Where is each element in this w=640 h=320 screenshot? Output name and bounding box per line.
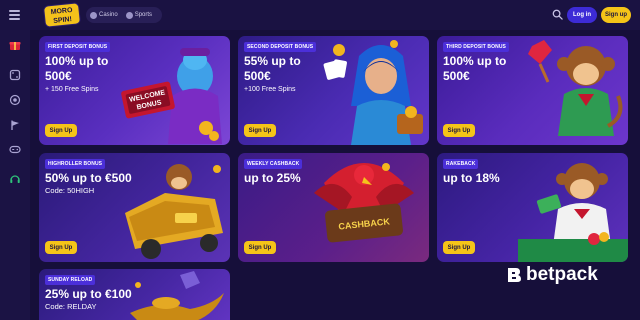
promo-headline: 25% up to €100: [45, 287, 165, 302]
welcome-bonus-sign: WELCOME BONUS: [121, 81, 175, 119]
promo-headline-line2: 500€: [45, 69, 72, 83]
sports-icon: [125, 11, 133, 19]
promo-headline-line1: up to 25%: [244, 171, 301, 185]
parrot-cashback-illustration: CASHBACK: [314, 163, 414, 243]
sign-up-button[interactable]: Sign Up: [244, 241, 276, 254]
promo-headline: 100% up to 500€: [45, 54, 155, 84]
sign-up-button[interactable]: Sign Up: [443, 124, 475, 137]
nav-switch: Casino Sports: [86, 7, 162, 23]
promo-headline: 100% up to 500€: [443, 54, 553, 84]
promo-headline: 50% up to €500: [45, 171, 165, 186]
nav-casino-label: Casino: [99, 12, 118, 18]
promo-badge: Rakeback: [443, 159, 479, 169]
promo-headline-line1: 50% up to €500: [45, 171, 132, 185]
promo-card-highroller[interactable]: Highroller bonus 50% up to €500 Code: 50…: [39, 153, 230, 262]
nav-sports[interactable]: Sports: [122, 11, 156, 19]
search-icon[interactable]: [552, 9, 563, 20]
promo-card-weekly-cashback[interactable]: CASHBACK Weekly cashback up to 25% Sign …: [238, 153, 429, 262]
signup-button[interactable]: Sign up: [601, 7, 631, 23]
promo-badge: Second deposit bonus: [244, 42, 317, 52]
promo-card-sunday-reload[interactable]: Sunday reload 25% up to €100 Code: RELDA…: [39, 269, 230, 320]
dice-icon[interactable]: [9, 69, 21, 81]
gamepad-icon[interactable]: [9, 143, 21, 155]
promo-badge: First deposit bonus: [45, 42, 111, 52]
promo-headline-line1: 55% up to: [244, 54, 301, 68]
monkey-with-gem-illustration: [528, 40, 623, 136]
sports-flag-icon[interactable]: [9, 119, 21, 131]
promo-card-second-deposit[interactable]: Second deposit bonus 55% up to 500€ +100…: [238, 36, 429, 145]
promo-headline-line1: 25% up to €100: [45, 287, 132, 301]
promo-headline-line1: 100% up to: [45, 54, 109, 68]
promo-headline-line1: 100% up to: [443, 54, 507, 68]
promo-headline-line1: up to 18%: [443, 171, 500, 185]
top-bar: MORO SPIN! Casino Sports Log in Sign up: [0, 0, 640, 30]
headset-icon[interactable]: [9, 173, 21, 185]
betpack-logo-icon: [508, 268, 521, 282]
sign-up-button[interactable]: Sign Up: [45, 241, 77, 254]
promo-badge: Weekly cashback: [244, 159, 303, 169]
promo-card-rakeback[interactable]: Rakeback up to 18% Sign Up: [437, 153, 628, 262]
promo-badge: Third deposit bonus: [443, 42, 509, 52]
live-icon[interactable]: [9, 94, 21, 106]
promo-headline-line2: 500€: [443, 69, 470, 83]
monkey-dealer-illustration: [518, 163, 628, 262]
promo-headline: 55% up to 500€: [244, 54, 354, 84]
sign-up-button[interactable]: Sign Up: [45, 124, 77, 137]
casino-icon: [90, 11, 97, 19]
promo-card-first-deposit[interactable]: WELCOME BONUS First deposit bonus 100% u…: [39, 36, 230, 145]
nav-casino[interactable]: Casino: [86, 11, 122, 19]
login-button[interactable]: Log in: [567, 7, 597, 23]
promo-headline: up to 18%: [443, 171, 553, 186]
watermark-text: betpack: [526, 264, 598, 285]
nav-sports-label: Sports: [134, 12, 153, 18]
sign-up-button[interactable]: Sign Up: [244, 124, 276, 137]
promo-headline: up to 25%: [244, 171, 354, 186]
promo-subtext: +100 Free Spins: [244, 86, 296, 93]
promo-badge: Sunday reload: [45, 275, 96, 285]
menu-icon[interactable]: [9, 10, 20, 20]
promo-badge: Highroller bonus: [45, 159, 106, 169]
sultana-illustration: [323, 40, 423, 145]
promo-code: Code: 50HIGH: [45, 186, 95, 195]
betpack-watermark: betpack: [505, 264, 598, 286]
promo-subtext: + 150 Free Spins: [45, 86, 99, 93]
promo-headline-line2: 500€: [244, 69, 271, 83]
promo-code: Code: RELDAY: [45, 302, 97, 311]
gift-icon[interactable]: [9, 39, 21, 51]
sidebar: [0, 30, 30, 320]
promo-card-third-deposit[interactable]: Third deposit bonus 100% up to 500€ Sign…: [437, 36, 628, 145]
monkey-in-car-illustration: [125, 164, 223, 259]
sign-up-button[interactable]: Sign Up: [443, 241, 475, 254]
logo[interactable]: MORO SPIN!: [42, 2, 82, 28]
